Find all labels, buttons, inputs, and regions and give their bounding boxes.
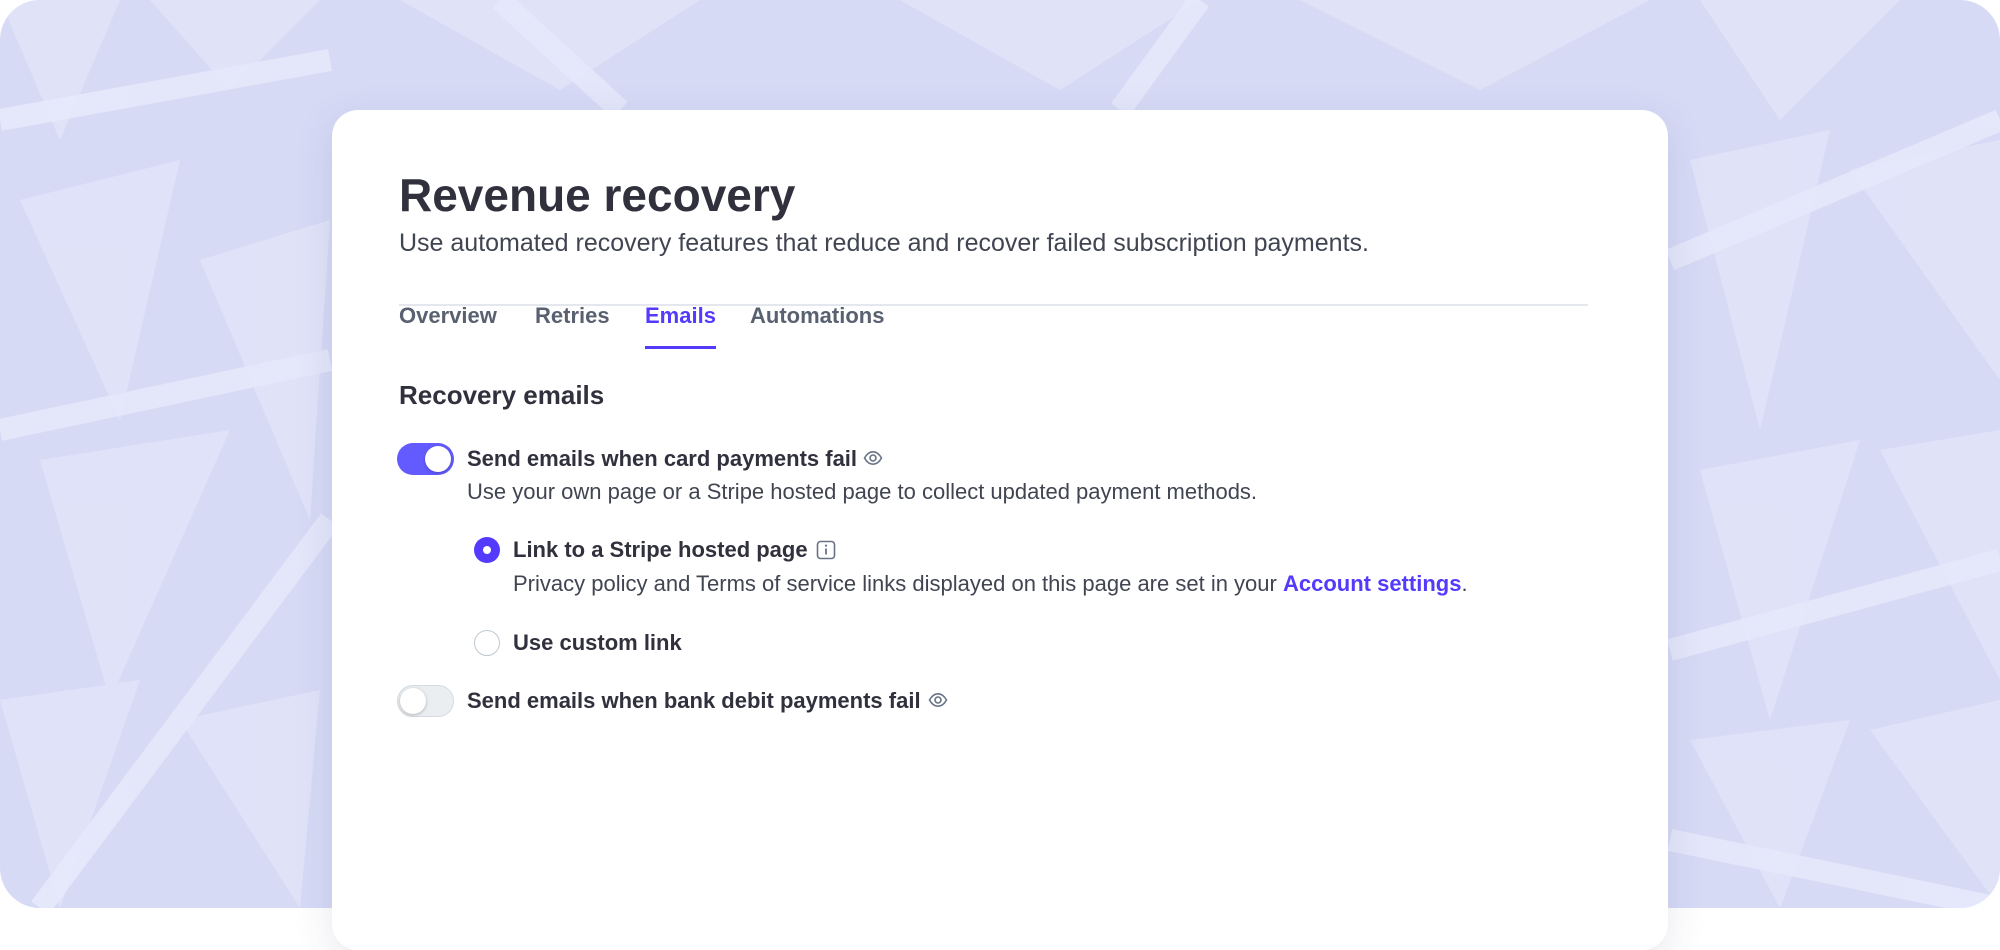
tab-retries[interactable]: Retries (535, 304, 610, 356)
card-payments-description: Use your own page or a Stripe hosted pag… (467, 479, 1258, 504)
tab-automations[interactable]: Automations (750, 304, 884, 356)
bank-debit-label: Send emails when bank debit payments fai… (467, 688, 921, 713)
bank-debit-toggle[interactable] (397, 685, 454, 717)
stripe-hosted-page-label: Link to a Stripe hosted page (513, 537, 808, 562)
account-settings-link[interactable]: Account settings (1283, 571, 1461, 596)
description-text: Privacy policy and Terms of service link… (513, 571, 1283, 596)
toggle-knob (425, 446, 451, 472)
page-subtitle: Use automated recovery features that red… (399, 229, 1369, 257)
page-title: Revenue recovery (399, 169, 796, 221)
card-payments-toggle[interactable] (397, 443, 454, 475)
eye-icon[interactable] (928, 692, 948, 708)
radio-custom-link[interactable] (474, 630, 500, 656)
card-payments-label: Send emails when card payments fail (467, 446, 858, 471)
tab-overview[interactable]: Overview (399, 304, 497, 356)
info-icon[interactable] (816, 540, 836, 560)
stripe-hosted-page-description: Privacy policy and Terms of service link… (513, 571, 1468, 597)
toggle-knob (400, 688, 426, 714)
tab-emails[interactable]: Emails (645, 304, 716, 349)
eye-icon[interactable] (863, 450, 883, 466)
main-card: Revenue recovery Use automated recovery … (332, 110, 1668, 950)
section-title-recovery-emails: Recovery emails (399, 380, 605, 410)
description-period: . (1461, 571, 1468, 596)
tab-bar: Overview Retries Emails Automations (399, 304, 1588, 349)
radio-stripe-hosted-page[interactable] (474, 537, 500, 563)
custom-link-label: Use custom link (513, 630, 682, 655)
